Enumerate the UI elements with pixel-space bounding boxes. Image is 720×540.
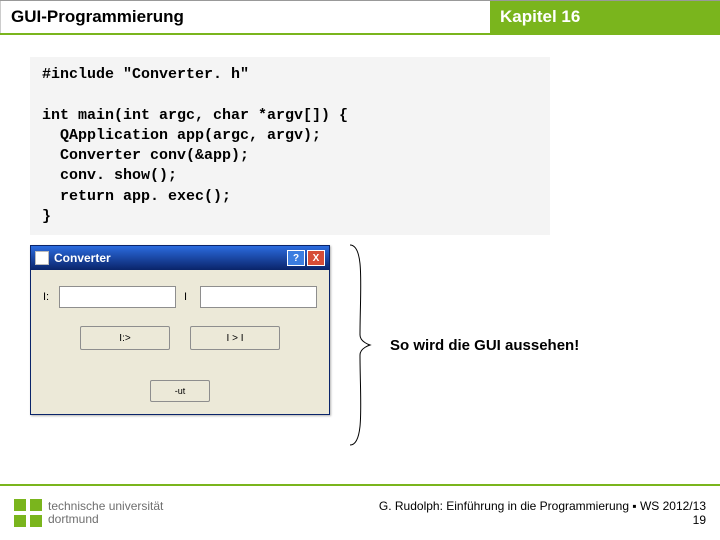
header-chapter: Kapitel 16 bbox=[490, 1, 720, 33]
page-number: 19 bbox=[379, 513, 706, 527]
gui-preview-area: Converter ? X I: I I:> I > I -ut So w bbox=[30, 245, 720, 465]
input-label-right: I bbox=[184, 291, 192, 303]
brace-icon bbox=[340, 240, 380, 450]
window-body: I: I I:> I > I -ut bbox=[31, 270, 329, 414]
uni-name-2: dortmund bbox=[48, 513, 163, 526]
input-left[interactable] bbox=[59, 286, 176, 308]
slide-footer: technische universität dortmund G. Rudol… bbox=[0, 484, 720, 540]
convert-button-2[interactable]: I > I bbox=[190, 326, 280, 350]
converter-window: Converter ? X I: I I:> I > I -ut bbox=[30, 245, 330, 415]
code-listing: #include "Converter. h" int main(int arg… bbox=[30, 57, 550, 235]
window-icon bbox=[35, 251, 49, 265]
help-button[interactable]: ? bbox=[287, 250, 305, 266]
tu-logo: technische universität dortmund bbox=[14, 499, 163, 527]
gui-caption: So wird die GUI aussehen! bbox=[390, 337, 579, 354]
input-label-left: I: bbox=[43, 291, 51, 303]
convert-button-1[interactable]: I:> bbox=[80, 326, 170, 350]
titlebar: Converter ? X bbox=[31, 246, 329, 270]
close-button[interactable]: X bbox=[307, 250, 325, 266]
window-title: Converter bbox=[54, 251, 287, 265]
footer-credit: G. Rudolph: Einführung in die Programmie… bbox=[379, 499, 706, 513]
input-right[interactable] bbox=[200, 286, 317, 308]
tu-logo-mark bbox=[14, 499, 42, 527]
header-topic: GUI-Programmierung bbox=[0, 1, 490, 33]
quit-button[interactable]: -ut bbox=[150, 380, 210, 402]
slide-header: GUI-Programmierung Kapitel 16 bbox=[0, 0, 720, 35]
